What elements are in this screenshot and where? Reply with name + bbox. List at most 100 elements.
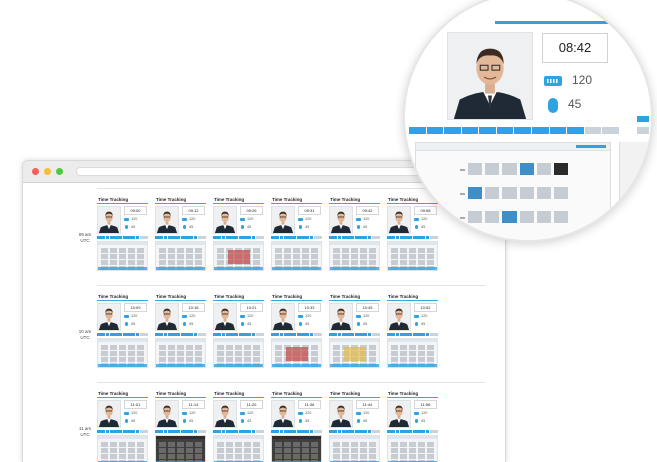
mouse-click-count: 45 [305,322,310,326]
mouse-click-count: 45 [363,322,368,326]
activity-bar [155,236,207,239]
screenshot-thumbnail[interactable] [97,435,148,462]
address-bar[interactable] [76,167,436,176]
activity-bar [213,333,265,336]
activity-card[interactable]: Time Tracking 09:00 120 45 [97,197,149,275]
screenshot-thumbnail[interactable] [155,338,206,368]
activity-card[interactable]: Time Tracking 09:31 120 45 [271,197,323,275]
activity-card[interactable]: Time Tracking 09:42 120 45 [329,197,381,275]
capture-time: 10:45 [356,303,379,312]
mouse-click-count: 45 [421,322,426,326]
webcam-photo [329,400,353,428]
screenshot-thumbnail[interactable] [271,338,322,368]
card-title: Time Tracking [388,197,419,202]
hour-label-timezone: UTC [80,238,90,243]
mouse-icon [299,322,302,326]
keyboard-icon [298,315,303,318]
zoomed-screenshot-thumbnail[interactable] [415,142,611,240]
keyboard-icon [240,412,245,415]
card-rule [387,300,438,301]
activity-card[interactable]: Time Tracking 10:09 120 45 [97,294,149,372]
mouse-click-count: 45 [421,419,426,423]
activity-card[interactable]: Time Tracking 11:01 120 45 [97,391,149,462]
hour-block: 10 am UTC Time Tracking 10:09 120 45 Time Trac… [23,285,505,383]
capture-time: 11:36 [298,400,321,409]
keystroke-count: 120 [189,410,196,415]
screenshot-thumbnail[interactable] [155,435,206,462]
maximize-window-button[interactable] [56,168,63,175]
activity-card[interactable]: Time Tracking 11:36 120 45 [271,391,323,462]
screenshot-thumbnail[interactable] [213,435,264,462]
activity-card[interactable]: Time Tracking 11:56 120 45 [387,391,439,462]
screenshot-thumbnail[interactable] [271,241,322,271]
screenshot-thumbnail[interactable] [271,435,322,462]
keyboard-icon [414,412,419,415]
zoomed-capture-time: 08:42 [542,33,608,63]
minimize-window-button[interactable] [44,168,51,175]
capture-time: 09:12 [182,206,205,215]
activity-segment [532,127,549,134]
mouse-click-count: 45 [247,322,252,326]
mouse-icon [183,419,186,423]
card-rule [271,397,322,398]
keystroke-count: 120 [247,410,254,415]
mouse-click-count: 45 [305,419,310,423]
keystroke-count: 120 [305,410,312,415]
screenshot-thumbnail[interactable] [155,241,206,271]
activity-segment [514,127,532,134]
capture-time: 10:33 [298,303,321,312]
hour-label: 10 am UTC [73,329,97,341]
screenshot-thumbnail[interactable] [329,241,380,271]
activity-card[interactable]: Time Tracking 11:14 120 45 [155,391,207,462]
card-title: Time Tracking [272,197,303,202]
webcam-photo [155,303,179,331]
capture-time: 09:42 [356,206,379,215]
activity-card[interactable]: Time Tracking 09:26 120 45 [213,197,265,275]
activity-card[interactable]: Time Tracking 10:45 120 45 [329,294,381,372]
keyboard-icon [240,315,245,318]
activity-bar [97,236,149,239]
activity-segment [567,127,584,134]
screenshot-thumbnail[interactable] [213,241,264,271]
activity-card[interactable]: Time Tracking 09:12 120 45 [155,197,207,275]
keyboard-icon [182,218,187,221]
screenshot-thumbnail[interactable] [329,435,380,462]
screenshot-thumbnail[interactable] [329,338,380,368]
keystroke-count: 120 [247,216,254,221]
webcam-photo [271,303,295,331]
mouse-click-count: 45 [131,419,136,423]
screenshot-thumbnail[interactable] [387,241,438,271]
activity-segment [549,127,567,134]
capture-time: 11:44 [356,400,379,409]
capture-time: 10:52 [414,303,437,312]
activity-card[interactable]: Time Tracking 10:52 120 45 [387,294,439,372]
card-rule [271,300,322,301]
screenshot-thumbnail[interactable] [213,338,264,368]
hour-divider [97,285,485,286]
keyboard-icon [414,315,419,318]
activity-card[interactable]: Time Tracking 10:21 120 45 [213,294,265,372]
close-window-button[interactable] [32,168,39,175]
zoomed-card-magnifier: 08:42 120 45 [403,0,653,242]
webcam-photo [213,206,237,234]
activity-bar [387,430,439,433]
mouse-icon [125,419,128,423]
webcam-photo [271,206,295,234]
mouse-icon [415,322,418,326]
activity-card[interactable]: Time Tracking 10:33 120 45 [271,294,323,372]
screenshot-thumbnail[interactable] [387,435,438,462]
activity-card[interactable]: Time Tracking 11:20 120 45 [213,391,265,462]
screenshot-thumbnail[interactable] [387,338,438,368]
keystroke-count: 120 [131,410,138,415]
screenshot-thumbnail[interactable] [97,338,148,368]
mouse-click-count: 45 [131,225,136,229]
webcam-photo [387,303,411,331]
activity-bar [97,333,149,336]
mouse-click-count: 45 [363,419,368,423]
card-rule [213,300,264,301]
screenshot-thumbnail[interactable] [97,241,148,271]
activity-card[interactable]: Time Tracking 11:44 120 45 [329,391,381,462]
mouse-icon [241,322,244,326]
activity-card[interactable]: Time Tracking 10:16 120 45 [155,294,207,372]
card-rule [329,203,380,204]
